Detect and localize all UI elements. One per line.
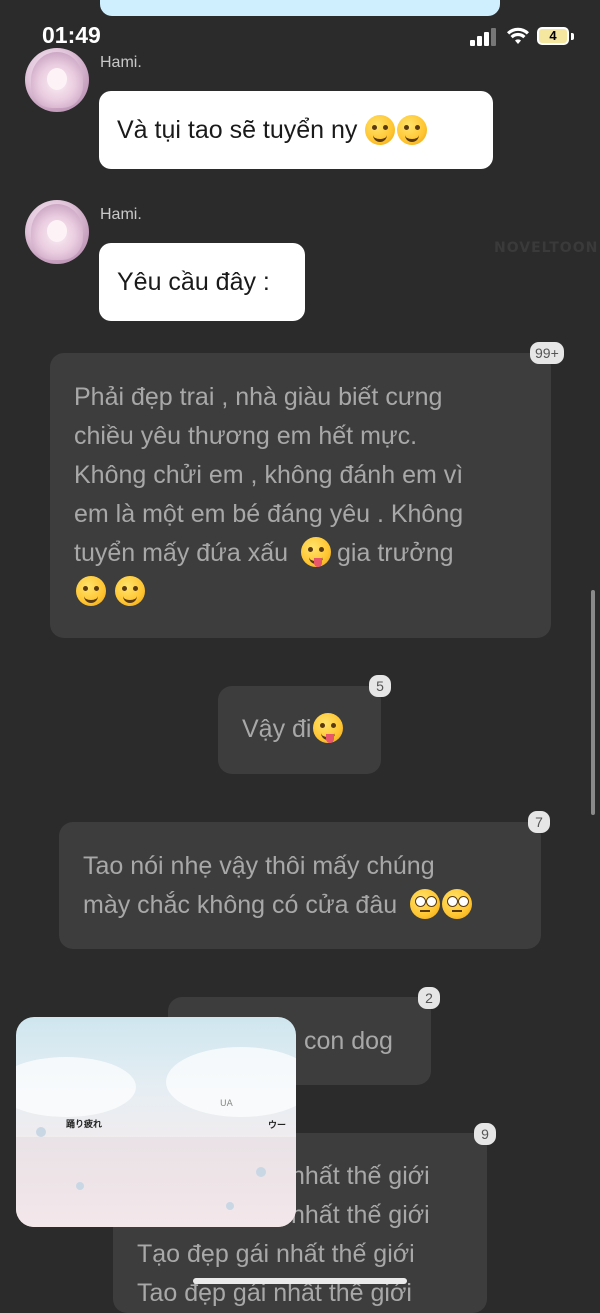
cellular-signal-icon: [470, 28, 498, 46]
paragraph-card[interactable]: Vậy đi: [218, 686, 381, 774]
avatar[interactable]: [25, 200, 89, 264]
battery-icon: 4: [537, 27, 569, 45]
comment-count-badge[interactable]: 2: [418, 987, 440, 1009]
message-text: Và tụi tao sẽ tuyển ny: [117, 115, 358, 144]
zany-face-icon: [301, 537, 332, 567]
comment-count-badge[interactable]: 9: [474, 1123, 496, 1145]
battery-tip: [571, 33, 574, 40]
paragraph-card[interactable]: Phải đẹp trai , nhà giàu biết cưng chiều…: [50, 353, 551, 638]
comment-count-badge[interactable]: 5: [369, 675, 391, 697]
card-line: Không chửi em , không đánh em vì: [74, 461, 464, 489]
card-line: Tao nói nhẹ vậy thôi mấy chúng: [83, 852, 435, 880]
picture-in-picture-video[interactable]: 踊り疲れ ウー UA: [16, 1017, 296, 1227]
card-line: tuyển mấy đứa xấu: [74, 539, 289, 567]
video-caption-left: 踊り疲れ: [66, 1120, 103, 1130]
card-line: chiều yêu thương em hết mực.: [74, 422, 418, 450]
paragraph-card[interactable]: Tao nói nhẹ vậy thôi mấy chúng mày chắc …: [59, 822, 541, 949]
message-bubble[interactable]: Và tụi tao sẽ tuyển ny: [99, 91, 493, 169]
card-text: Vậy đi: [242, 715, 312, 743]
message-bubble[interactable]: Yêu cầu đây :: [99, 243, 305, 321]
avatar[interactable]: [25, 48, 89, 112]
card-line: Phải đẹp trai , nhà giàu biết cưng: [74, 383, 443, 411]
card-text: con dog: [304, 1027, 393, 1055]
comment-count-badge[interactable]: 7: [528, 811, 550, 833]
card-line: em là một em bé đáng yêu . Không: [74, 500, 464, 528]
card-line: mày chắc không có cửa đâu: [83, 891, 398, 919]
face-with-rolling-eyes-icon: [442, 889, 473, 919]
zany-face-icon: [313, 713, 344, 743]
notification-banner[interactable]: [100, 0, 500, 16]
smirking-face-icon: [76, 576, 106, 606]
scrollbar[interactable]: [591, 590, 595, 815]
sender-name: Hami.: [100, 206, 142, 223]
rolling-on-floor-laughing-icon: [397, 115, 428, 145]
watermark: NOVELTOON: [494, 240, 599, 256]
face-with-rolling-eyes-icon: [410, 889, 441, 919]
status-time: 01:49: [42, 22, 101, 48]
comment-count-badge[interactable]: 99+: [530, 342, 564, 364]
sender-name: Hami.: [100, 54, 142, 71]
video-caption-right: ウー: [268, 1121, 287, 1131]
smirking-face-icon: [114, 576, 145, 606]
rolling-on-floor-laughing-icon: [365, 115, 396, 145]
wifi-icon: [507, 27, 529, 44]
home-indicator[interactable]: [193, 1278, 407, 1284]
status-bar: 01:49 4: [0, 20, 600, 56]
card-line: Tạo đẹp gái nhất thế giới: [137, 1240, 415, 1268]
message-text: Yêu cầu đây :: [117, 267, 270, 296]
battery-level: 4: [549, 28, 557, 43]
card-line: gia trưởng: [337, 539, 454, 567]
video-caption-top: UA: [220, 1099, 233, 1109]
